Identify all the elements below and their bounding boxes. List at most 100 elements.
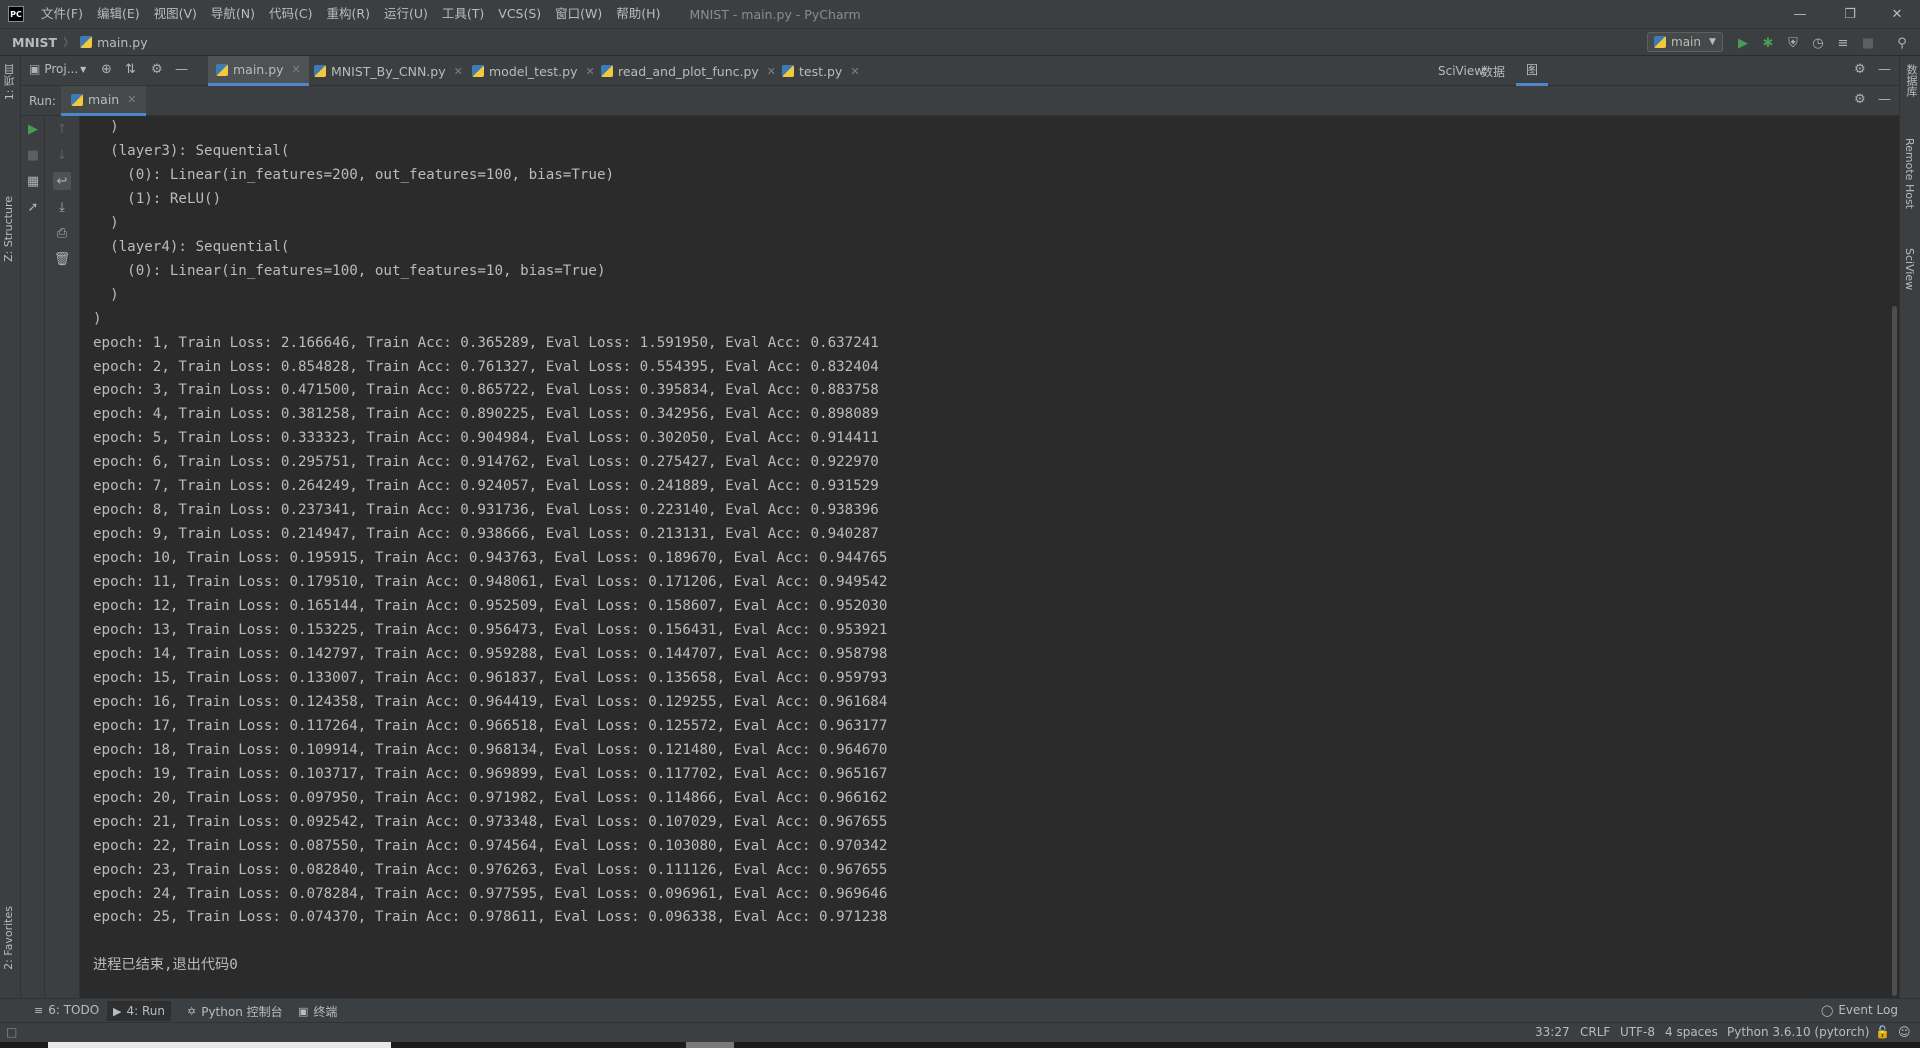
tool-button-terminal[interactable]: ▣ 终端 (298, 1003, 337, 1020)
down-arrow-icon[interactable]: ↓ (53, 146, 71, 164)
tab-read-and-plot-func-py[interactable]: read_and_plot_func.py ✕ (593, 56, 784, 86)
coverage-icon[interactable]: ⛨ (1784, 34, 1802, 52)
caret-position[interactable]: 33:27 (1535, 1025, 1570, 1039)
tool-button-todo[interactable]: ≡ 6: TODO (34, 1003, 99, 1017)
restore-icon[interactable]: ❐ (1827, 0, 1873, 28)
event-log-icon: ◯ (1821, 1003, 1834, 1017)
console-line: epoch: 16, Train Loss: 0.124358, Train A… (93, 693, 888, 710)
settings-gear-icon[interactable]: ⚙ (1854, 62, 1866, 77)
menu-view[interactable]: 视图(V) (147, 0, 204, 28)
collapse-all-icon[interactable]: ⇅ (125, 62, 136, 77)
pin-icon[interactable]: ➚ (24, 198, 42, 216)
tool-tab-structure[interactable]: Z: Structure (2, 196, 15, 262)
console-line: epoch: 22, Train Loss: 0.087550, Train A… (93, 837, 888, 854)
console-output[interactable]: ) (layer3): Sequential( (0): Linear(in_f… (80, 116, 1890, 998)
breadcrumb-file[interactable]: main.py (97, 35, 148, 50)
tab-label: read_and_plot_func.py (618, 63, 759, 79)
chevron-down-icon: ▼ (1708, 37, 1716, 47)
up-arrow-icon[interactable]: ↑ (53, 120, 71, 138)
close-window-icon[interactable]: ✕ (1874, 0, 1920, 28)
run-tab-main[interactable]: main ✕ (61, 86, 147, 116)
tool-button-run[interactable]: ▶ 4: Run (107, 1001, 171, 1021)
taskbar-search-box[interactable] (48, 1042, 391, 1048)
window-title: MNIST - main.py - PyCharm (689, 6, 861, 22)
settings-gear-icon[interactable]: ⚙ (151, 62, 163, 77)
console-line: epoch: 23, Train Loss: 0.082840, Train A… (93, 861, 888, 878)
stop-icon[interactable]: ■ (1859, 34, 1877, 52)
console-line: (layer4): Sequential( (93, 238, 290, 255)
indent-setting[interactable]: 4 spaces (1665, 1025, 1718, 1039)
trash-icon[interactable]: 🗑 (53, 250, 71, 268)
console-line: epoch: 7, Train Loss: 0.264249, Train Ac… (93, 478, 879, 495)
debug-icon[interactable]: ✱ (1759, 34, 1777, 52)
status-bar: □ 33:27 CRLF UTF-8 4 spaces Python 3.6.1… (0, 1022, 1920, 1042)
rerun-icon[interactable]: ▶ (24, 120, 42, 138)
taskbar-app-button[interactable] (686, 1042, 734, 1048)
project-pane-select[interactable]: ▣ Proj... ▼ (29, 62, 86, 76)
console-line: epoch: 1, Train Loss: 2.166646, Train Ac… (93, 334, 879, 351)
hide-panel-icon[interactable]: — (1878, 92, 1891, 107)
breadcrumb-project[interactable]: MNIST (12, 35, 57, 50)
file-encoding[interactable]: UTF-8 (1620, 1025, 1655, 1039)
python-file-icon (1654, 36, 1666, 48)
hide-panel-icon[interactable]: — (1878, 62, 1891, 77)
console-line: ) (93, 214, 119, 231)
locate-icon[interactable]: ⊕ (101, 62, 112, 77)
menu-refactor[interactable]: 重构(R) (320, 0, 377, 28)
tab-label: model_test.py (489, 63, 578, 79)
python-file-icon (782, 65, 794, 77)
console-line: epoch: 4, Train Loss: 0.381258, Train Ac… (93, 406, 879, 423)
python-interpreter[interactable]: Python 3.6.10 (pytorch) (1727, 1025, 1869, 1039)
python-file-icon (601, 65, 613, 77)
menu-file[interactable]: 文件(F) (34, 0, 90, 28)
close-tab-icon[interactable]: ✕ (127, 93, 136, 106)
minimize-icon[interactable]: — (1777, 0, 1823, 28)
lock-icon[interactable]: 🔓 (1875, 1025, 1890, 1039)
menu-code[interactable]: 代码(C) (262, 0, 319, 28)
line-separator[interactable]: CRLF (1580, 1025, 1610, 1039)
tool-button-event-log[interactable]: ◯ Event Log (1821, 1003, 1898, 1017)
scrollbar-thumb[interactable] (1892, 306, 1897, 996)
tab-main-py[interactable]: main.py ✕ (208, 56, 309, 86)
run-configuration-select[interactable]: main ▼ (1647, 32, 1723, 52)
scroll-to-end-icon[interactable]: ⤓ (53, 198, 71, 216)
tab-test-py[interactable]: test.py ✕ (774, 56, 868, 86)
close-tab-icon[interactable]: ✕ (292, 63, 301, 76)
tool-tab-sciview[interactable]: SciView (1903, 248, 1916, 290)
run-concurrency-icon[interactable]: ≡ (1834, 34, 1852, 52)
layout-toggle-icon[interactable]: □ (6, 1025, 17, 1039)
tool-tab-database[interactable]: 数据库 (1903, 64, 1919, 97)
close-tab-icon[interactable]: ✕ (454, 65, 463, 78)
tool-tab-favorites[interactable]: 2: Favorites (2, 906, 15, 970)
menu-run[interactable]: 运行(U) (377, 0, 435, 28)
close-tab-icon[interactable]: ✕ (850, 65, 859, 78)
tab-model-test-py[interactable]: model_test.py ✕ (464, 56, 603, 86)
print-icon[interactable]: ⎙ (53, 224, 71, 242)
sciview-tab-plots[interactable]: 图 (1516, 56, 1549, 86)
menu-window[interactable]: 窗口(W) (548, 0, 609, 28)
tool-button-python-console[interactable]: ✡ Python 控制台 (187, 1003, 283, 1020)
folder-icon: ▣ (29, 62, 41, 76)
profile-icon[interactable]: ◷ (1809, 34, 1827, 52)
layout-icon[interactable]: ▦ (24, 172, 42, 190)
console-scrollbar[interactable] (1890, 116, 1899, 998)
stop-icon[interactable]: ■ (24, 146, 42, 164)
tab-mnist-by-cnn-py[interactable]: MNIST_By_CNN.py ✕ (306, 56, 471, 86)
menu-help[interactable]: 帮助(H) (609, 0, 667, 28)
console-line: 进程已结束,退出代码0 (93, 957, 238, 974)
sciview-tab-data[interactable]: 数据 (1471, 56, 1515, 86)
menu-edit[interactable]: 编辑(E) (90, 0, 147, 28)
tool-tab-project[interactable]: 1: 项目 (2, 64, 18, 100)
hide-panel-icon[interactable]: — (175, 62, 188, 77)
run-icon[interactable]: ▶ (1734, 34, 1752, 52)
search-everywhere-icon[interactable]: ⚲ (1893, 34, 1911, 52)
soft-wrap-icon[interactable]: ↩ (53, 172, 71, 190)
left-tool-stripe: 1: 项目 Z: Structure 2: Favorites (0, 56, 21, 1010)
menu-tools[interactable]: 工具(T) (435, 0, 491, 28)
menu-navigate[interactable]: 导航(N) (204, 0, 262, 28)
tool-tab-remote-host[interactable]: Remote Host (1903, 138, 1916, 209)
menu-vcs[interactable]: VCS(S) (491, 0, 548, 28)
settings-gear-icon[interactable]: ⚙ (1854, 92, 1866, 107)
sciview-tab-data-label: 数据 (1481, 64, 1506, 79)
inspector-icon[interactable]: ☺ (1898, 1025, 1911, 1039)
